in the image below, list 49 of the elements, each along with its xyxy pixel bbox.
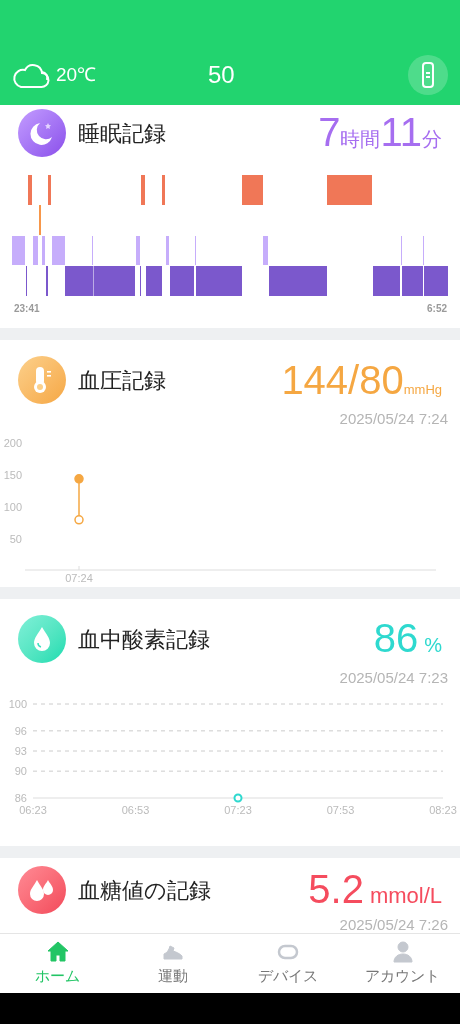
unit-text: mmHg	[403, 382, 442, 399]
droplets-icon	[18, 866, 66, 914]
hours-unit: 時間	[340, 127, 381, 152]
card-title: 血圧記録	[78, 366, 167, 395]
axis-label: 200	[3, 437, 22, 449]
blood-glucose-value: 5.2	[308, 868, 364, 909]
axis-label: 150	[3, 469, 22, 481]
timestamp: 2025/05/24 7:23	[339, 668, 448, 688]
moon-icon	[18, 109, 66, 157]
axis-label: 100	[3, 501, 22, 513]
watch-button[interactable]	[408, 55, 448, 95]
center-value: 50	[208, 60, 236, 90]
nav-tab[interactable]: デバイス	[230, 934, 345, 993]
start-time: 23:41	[14, 302, 40, 316]
nav-tab[interactable]: 運動	[115, 934, 230, 993]
axis-label: 86	[14, 792, 27, 804]
unit-text: %	[424, 633, 442, 658]
range-connector	[78, 482, 80, 517]
axis-label: 07:24	[65, 572, 93, 584]
timestamp: 2025/05/24 7:26	[339, 915, 448, 935]
axis-label: 100	[8, 698, 27, 710]
nav-tab[interactable]: アカウント	[345, 934, 460, 993]
card-title: 血中酸素記録	[78, 625, 211, 654]
thermometer-icon	[18, 356, 66, 404]
timestamp: 2025/05/24 7:24	[339, 409, 448, 429]
data-point	[74, 515, 84, 525]
data-point	[74, 474, 84, 484]
droplet-icon	[18, 615, 66, 663]
card-title: 睡眠記録	[78, 119, 167, 148]
axis-label: 06:23	[19, 804, 47, 816]
blood-pressure-value: 144/80	[281, 360, 404, 400]
data-point	[233, 793, 243, 803]
watch-icon	[421, 62, 435, 88]
axis-label: 07:53	[326, 804, 355, 816]
axis-label: 93	[14, 745, 27, 757]
card-title: 血糖値の記録	[78, 876, 212, 905]
minutes-unit: 分	[422, 128, 442, 152]
hours-value: 7	[318, 112, 341, 152]
axis-label: 08:23	[429, 804, 457, 816]
axis-label: 96	[14, 724, 27, 737]
axis-label: 06:53	[121, 804, 150, 816]
temperature-text: 20℃	[56, 62, 98, 87]
unit-text: mmol/L	[369, 881, 442, 910]
minutes-value: 11	[380, 112, 422, 152]
axis-label: 07:23	[224, 804, 252, 816]
end-time: 6:52	[427, 302, 447, 316]
axis-label: 90	[14, 765, 27, 778]
blood-oxygen-value: 86	[373, 618, 419, 658]
axis-label: 50	[9, 533, 22, 545]
